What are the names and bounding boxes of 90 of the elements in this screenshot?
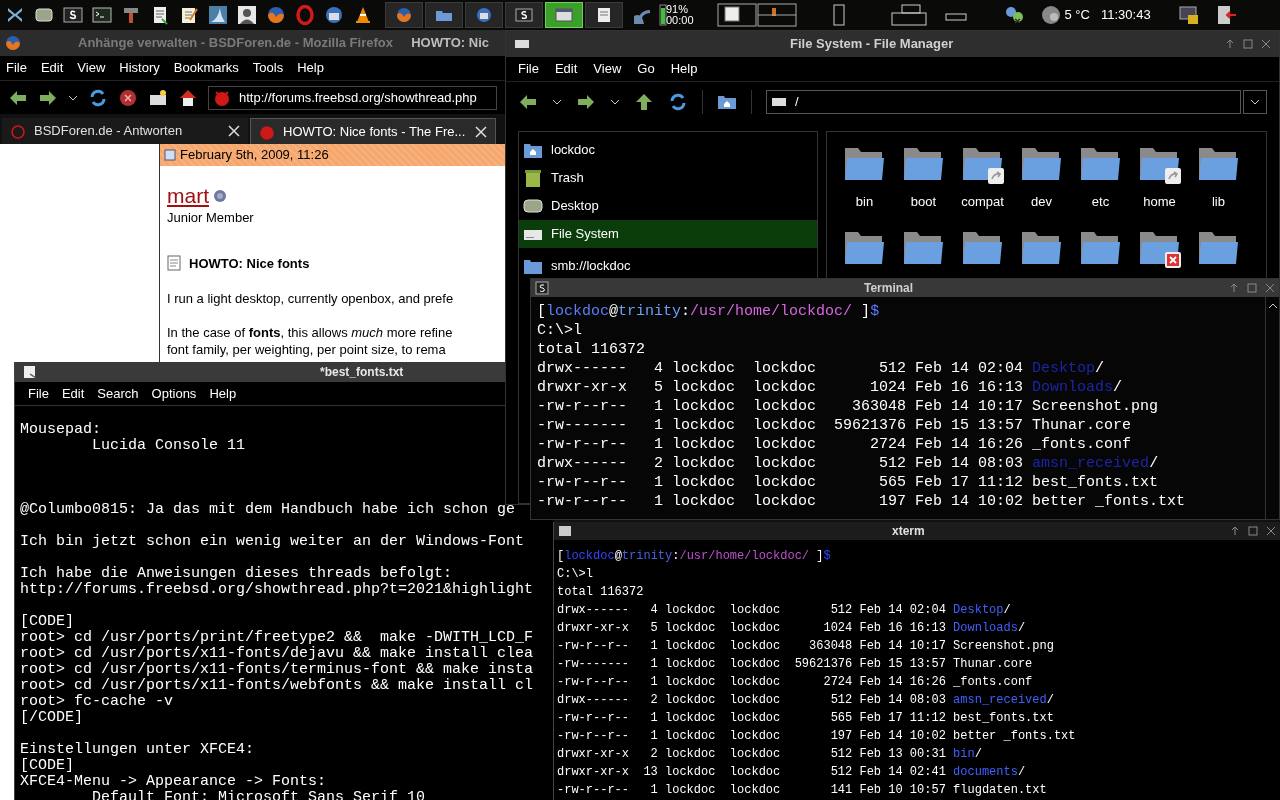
window-title: Terminal xyxy=(864,280,914,297)
menu-item[interactable]: Go xyxy=(637,59,655,79)
path-field[interactable]: / xyxy=(766,89,1241,114)
text-line: XFCE4-Menu -> Appearance -> Fonts: xyxy=(20,774,327,790)
terminal-line: C:\>l xyxy=(557,566,593,583)
address-field[interactable]: http://forums.freebsd.org/showthread.php xyxy=(208,85,497,110)
sidebar-item[interactable]: File System xyxy=(519,220,817,248)
window-title: File System - File Manager xyxy=(790,35,954,54)
listing-line: drwx------ 2 lockdoc lockdoc 512 Feb 14 08:03 amsn_received/ xyxy=(537,454,1159,473)
text-line: http://forums.freebsd.org/showthread.php?t=2021&highlight xyxy=(20,582,534,598)
terminal-line: total 116372 xyxy=(557,584,644,601)
sidebar-item[interactable]: Desktop xyxy=(519,192,817,220)
browser-tab[interactable]: BSDForen.de - Antworten xyxy=(2,118,248,144)
menu-item[interactable]: View xyxy=(77,58,106,78)
text-line: @Columbo0815: Ja das mit dem Handbuch habe ich schon ge xyxy=(20,502,516,518)
listing-line: -rw-r--r-- 1 lockdoc lockdoc 197 Feb 14 10:02 better _fonts.txt xyxy=(557,728,1076,745)
folder-item[interactable]: compat xyxy=(953,144,1012,228)
menu-item[interactable]: Edit xyxy=(554,59,578,79)
terminal-line: total 116372 xyxy=(537,340,646,359)
listing-line: -rw-r--r-- 1 lockdoc lockdoc 2724 Feb 14 16:26 _fonts.conf xyxy=(557,674,1033,691)
listing-line: -rw-r--r-- 1 lockdoc lockdoc 363048 Feb 14 10:17 Screenshot.png xyxy=(537,397,1159,416)
temperature: 5 °C xyxy=(1064,6,1090,25)
menu-item[interactable]: Options xyxy=(151,383,197,404)
listing-line: -rw-r--r-- 1 lockdoc lockdoc 565 Feb 17 11:12 best_fonts.txt xyxy=(537,473,1159,492)
listing-line: -rw-r--r-- 1 lockdoc lockdoc 363048 Feb 14 10:17 Screenshot.png xyxy=(557,638,1054,655)
menu-item[interactable]: Help xyxy=(297,58,324,78)
listing-line: drwxr-xr-x 5 lockdoc lockdoc 1024 Feb 16 16:13 Downloads/ xyxy=(537,378,1123,397)
folder-item[interactable]: boot xyxy=(894,144,953,228)
browser-tab[interactable]: HOWTO: Nice fonts - The Fre... xyxy=(250,118,496,144)
menu-item[interactable]: Help xyxy=(670,59,698,79)
post-paragraph: I run a light desktop, currently openbox, and prefe xyxy=(167,290,455,307)
listing-line: drwxr-xr-x 2 lockdoc lockdoc 512 Feb 13 00:31 bin/ xyxy=(557,746,982,763)
menu-item[interactable]: Search xyxy=(97,383,139,404)
shell-prompt: [lockdoc@trinity:/usr/home/lockdoc/ ]$ xyxy=(537,302,880,321)
post-date: February 5th, 2009, 11:26 xyxy=(180,146,329,165)
window-title: *best_fonts.txt xyxy=(320,364,404,381)
listing-line: -rw-r--r-- 1 lockdoc lockdoc 565 Feb 17 11:12 best_fonts.txt xyxy=(557,710,1054,727)
shell-prompt: [lockdoc@trinity:/usr/home/lockdoc/ ]$ xyxy=(557,548,831,565)
window-title: xterm xyxy=(892,523,925,540)
menu-item[interactable]: Help xyxy=(209,383,237,404)
post-title: HOWTO: Nice fonts xyxy=(189,254,310,273)
text-line: root> cd /usr/ports/x11-fonts/webfonts && make install cl xyxy=(20,678,534,694)
listing-line: -rw-r--r-- 1 lockdoc lockdoc 197 Feb 14 10:02 better _fonts.txt xyxy=(537,492,1186,511)
battery-time: 00:00 xyxy=(666,15,694,26)
menu-item[interactable]: Edit xyxy=(61,383,85,404)
listing-line: -rw-r--r-- 1 lockdoc lockdoc 2724 Feb 14 16:26 _fonts.conf xyxy=(537,435,1132,454)
text-line: Ich bin jetzt schon ein wenig weiter an der Windows-Font xyxy=(20,534,525,550)
menu-item[interactable]: Bookmarks xyxy=(173,58,239,78)
listing-line: -rw-r--r-- 1 lockdoc lockdoc 141 Feb 10 10:57 flugdaten.txt xyxy=(557,782,1047,799)
menu-item[interactable]: File xyxy=(518,59,539,79)
author-link[interactable]: mart xyxy=(167,184,209,208)
folder-item[interactable]: lib xyxy=(1189,144,1248,228)
text-line: Einstellungen unter XFCE4: xyxy=(20,742,255,758)
sidebar-item[interactable]: smb://lockdoc xyxy=(519,252,817,280)
text-line: [/CODE] xyxy=(20,710,83,726)
text-line: root> cd /usr/ports/x11-fonts/dejavu && make install clea xyxy=(20,646,534,662)
menu-item[interactable]: Tools xyxy=(252,58,284,78)
text-line: Ich habe die Anweisungen dieses threads befolgt: xyxy=(20,566,453,582)
folder-item[interactable]: etc xyxy=(1071,144,1130,228)
window-title: Anhänge verwalten - BSDForen.de - Mozilla Firefox xyxy=(78,34,393,53)
post-paragraph: In the case of fonts, this allows much more refine font family, per weighting, per point size, to rema xyxy=(167,324,454,358)
text-line: [CODE] xyxy=(20,758,74,774)
window-title: HOWTO: Nic xyxy=(411,34,489,53)
folder-item[interactable]: dev xyxy=(1012,144,1071,228)
listing-line: drwxr-xr-x 13 lockdoc lockdoc 512 Feb 14 02:41 documents/ xyxy=(557,764,1026,781)
text-line: root> cd /usr/ports/x11-fonts/terminus-font && make insta xyxy=(20,662,534,678)
clock: 11:30:43 xyxy=(1100,6,1151,25)
sidebar-item[interactable]: lockdoc xyxy=(519,136,817,164)
listing-line: drwx------ 4 lockdoc lockdoc 512 Feb 14 02:04 Desktop/ xyxy=(537,359,1105,378)
terminal-line: C:\>l xyxy=(537,321,582,340)
menu-item[interactable]: Edit xyxy=(40,58,64,78)
listing-line: drwxr-xr-x 5 lockdoc lockdoc 1024 Feb 16 16:13 Downloads/ xyxy=(557,620,1026,637)
folder-item[interactable]: bin xyxy=(835,144,894,228)
listing-line: -rw------- 1 lockdoc lockdoc 59621376 Feb 15 13:57 Thunar.core xyxy=(537,416,1132,435)
listing-line: -rw------- 1 lockdoc lockdoc 59621376 Feb 15 13:57 Thunar.core xyxy=(557,656,1033,673)
listing-line: drwx------ 4 lockdoc lockdoc 512 Feb 14 02:04 Desktop/ xyxy=(557,602,1011,619)
sidebar-item[interactable]: Trash xyxy=(519,164,817,192)
menu-item[interactable]: File xyxy=(6,58,27,78)
text-line: Mousepad: xyxy=(20,422,101,438)
menu-item[interactable]: File xyxy=(28,383,49,404)
menu-item[interactable]: History xyxy=(119,58,160,78)
text-line: root> cd /usr/ports/print/freetype2 && make -DWITH_LCD_F xyxy=(20,630,534,646)
user-rank: Junior Member xyxy=(167,209,255,227)
folder-item[interactable]: home xyxy=(1130,144,1189,228)
listing-line: drwx------ 2 lockdoc lockdoc 512 Feb 14 08:03 amsn_received/ xyxy=(557,692,1054,709)
text-line: [CODE] xyxy=(20,614,74,630)
battery-percent: 91% xyxy=(666,4,690,15)
text-line: root> fc-cache -v xyxy=(20,694,174,710)
text-line: Lucida Console 11 xyxy=(91,438,246,454)
menu-item[interactable]: View xyxy=(593,59,622,79)
